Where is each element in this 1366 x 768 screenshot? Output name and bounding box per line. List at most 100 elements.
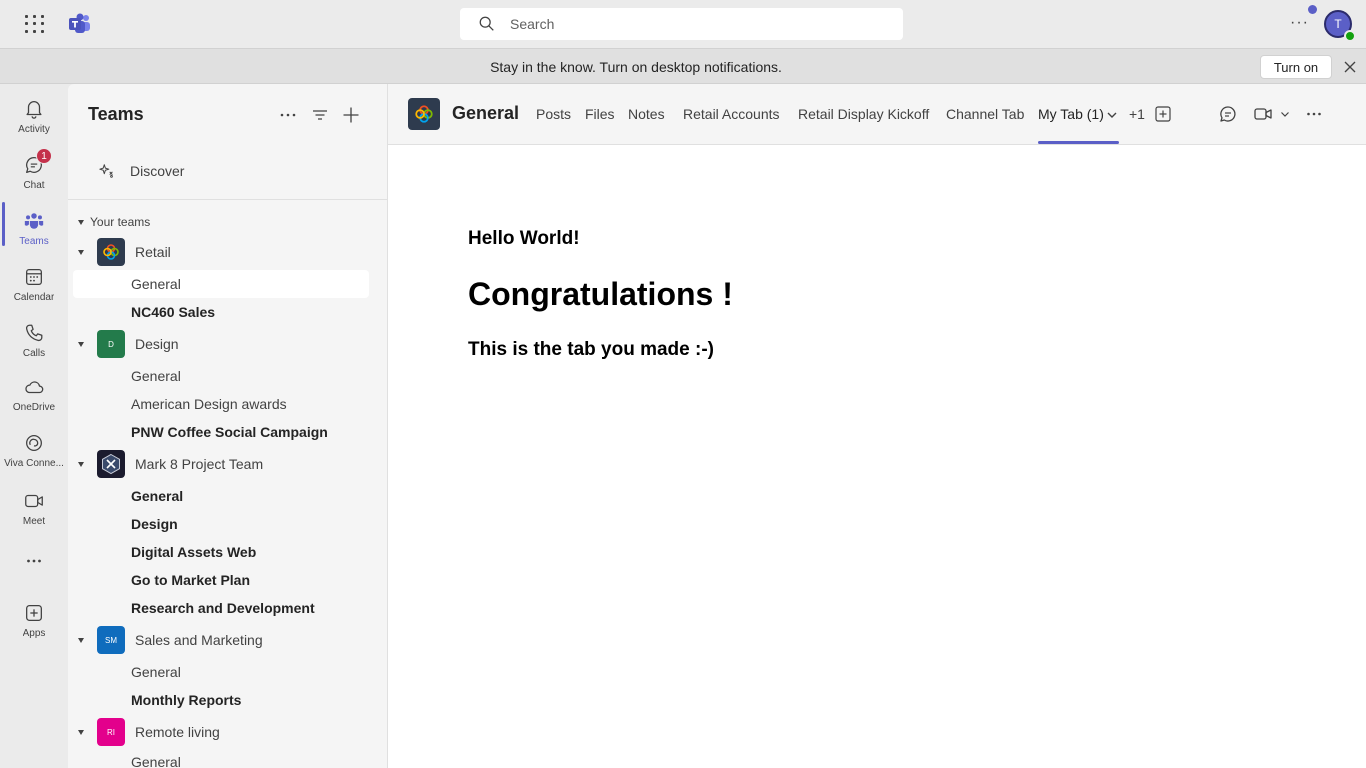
rail-calendar[interactable]: Calendar [0,258,68,314]
chevron-down-icon [78,729,84,735]
rail-label: OneDrive [12,402,56,413]
viva-connections-icon [26,435,42,451]
hexagon-tools-icon [102,453,120,475]
tab-retail-display-kickoff[interactable]: Retail Display Kickoff [798,106,929,122]
channel-item[interactable]: General [73,362,369,390]
channel-item[interactable]: General [73,270,369,298]
discover-label: Discover [130,163,185,179]
rail-onedrive[interactable]: OneDrive [0,368,68,424]
rail-activity[interactable]: Activity [0,90,68,146]
rail-label: Viva Conne... [4,458,64,469]
active-tab-indicator [1038,141,1119,144]
more-icon [27,559,41,563]
retail-logo-icon [103,244,119,260]
add-tab-icon[interactable] [1154,105,1172,123]
rail-more[interactable] [0,542,68,598]
team-remote-living[interactable]: RI Remote living [78,718,220,746]
more-options-icon[interactable] [1304,104,1324,124]
channel-item[interactable]: General [73,658,369,686]
channel-item[interactable]: Digital Assets Web [73,538,369,566]
team-mark-8[interactable]: Mark 8 Project Team [78,450,263,478]
team-avatar [97,238,125,266]
filter-icon[interactable] [309,104,331,126]
tab-channel-tab[interactable]: Channel Tab [946,106,1024,122]
channel-item[interactable]: PNW Coffee Social Campaign [73,418,369,446]
team-retail[interactable]: Retail [78,238,171,266]
meet-video-icon[interactable] [1253,104,1273,124]
channel-item[interactable]: Monthly Reports [73,686,369,714]
team-sales-marketing[interactable]: SM Sales and Marketing [78,626,263,654]
teams-list-pane: Teams Discover Your teams Retail General… [68,84,388,768]
chevron-down-icon [78,341,84,347]
rail-chat[interactable]: 1 Chat [0,146,68,202]
tab-made-heading: This is the tab you made :-) [468,339,714,360]
tab-posts[interactable]: Posts [536,106,571,122]
team-avatar [97,450,125,478]
rail-teams[interactable]: Teams [0,202,68,258]
turn-on-button[interactable]: Turn on [1260,55,1332,79]
channel-header: General Posts Files Notes Retail Account… [388,84,1366,145]
team-name: Mark 8 Project Team [135,456,264,472]
more-options-icon[interactable] [277,104,299,126]
rail-calls[interactable]: Calls [0,314,68,370]
team-name: Sales and Marketing [135,632,263,648]
app-bar: Activity 1 Chat Teams Calendar Calls One… [0,84,68,768]
tab-notes[interactable]: Notes [628,106,665,122]
rail-viva-connections[interactable]: Viva Conne... [0,424,68,480]
channel-title: General [452,103,520,123]
team-design[interactable]: D Design [78,330,179,358]
search-placeholder: Search [510,16,555,32]
chevron-down-icon[interactable] [1279,108,1291,120]
rail-label: Teams [19,236,49,247]
title-bar: Search ··· T [0,0,1366,48]
add-icon[interactable] [340,104,362,126]
chevron-down-icon[interactable] [1105,108,1119,122]
your-teams-header[interactable]: Your teams [78,215,150,229]
rail-label: Calls [22,348,46,359]
sparkle-icon [99,164,113,178]
calendar-icon [26,269,42,285]
channel-item[interactable]: NC460 Sales [73,298,369,326]
channel-item[interactable]: General [73,748,369,768]
rail-label: Calendar [13,292,55,303]
apps-icon [26,605,42,621]
rail-label: Chat [23,180,45,191]
team-avatar: RI [97,718,125,746]
rail-label: Apps [22,628,46,639]
channel-item[interactable]: General [73,482,369,510]
retail-logo-icon [415,105,433,123]
desktop-notification-banner: Stay in the know. Turn on desktop notifi… [0,48,1366,84]
congrats-heading: Congratulations ! [468,276,733,312]
notification-dot [1308,5,1317,14]
settings-more-button[interactable]: ··· [1290,14,1310,34]
pane-title: Teams [88,104,144,124]
tab-overflow[interactable]: +1 [1129,106,1145,122]
search-icon [479,16,494,31]
channel-item[interactable]: Design [73,510,369,538]
discover-button[interactable]: Discover [98,162,184,180]
channel-item[interactable]: American Design awards [73,390,369,418]
team-avatar: D [97,330,125,358]
profile-button[interactable]: T [1324,10,1356,42]
team-avatar: SM [97,626,125,654]
tab-retail-accounts[interactable]: Retail Accounts [683,106,780,122]
chevron-down-icon [78,637,84,643]
chevron-down-icon [78,219,84,225]
divider [68,199,387,200]
rail-apps[interactable]: Apps [0,594,68,650]
rail-meet[interactable]: Meet [0,482,68,538]
channel-item[interactable]: Research and Development [73,594,369,622]
banner-message: Stay in the know. Turn on desktop notifi… [490,59,782,75]
rail-label: Meet [22,516,46,527]
presence-available-icon [1344,30,1356,42]
teams-logo-icon [69,13,90,33]
tab-files[interactable]: Files [585,106,615,122]
close-icon[interactable] [1342,59,1358,75]
chevron-down-icon [78,461,84,467]
app-launcher-icon[interactable] [22,12,46,36]
tab-my-tab[interactable]: My Tab (1) [1038,106,1104,122]
search-input[interactable]: Search [460,8,903,40]
channel-item[interactable]: Go to Market Plan [73,566,369,594]
hello-heading: Hello World! [468,228,580,249]
conversation-icon[interactable] [1218,104,1238,124]
